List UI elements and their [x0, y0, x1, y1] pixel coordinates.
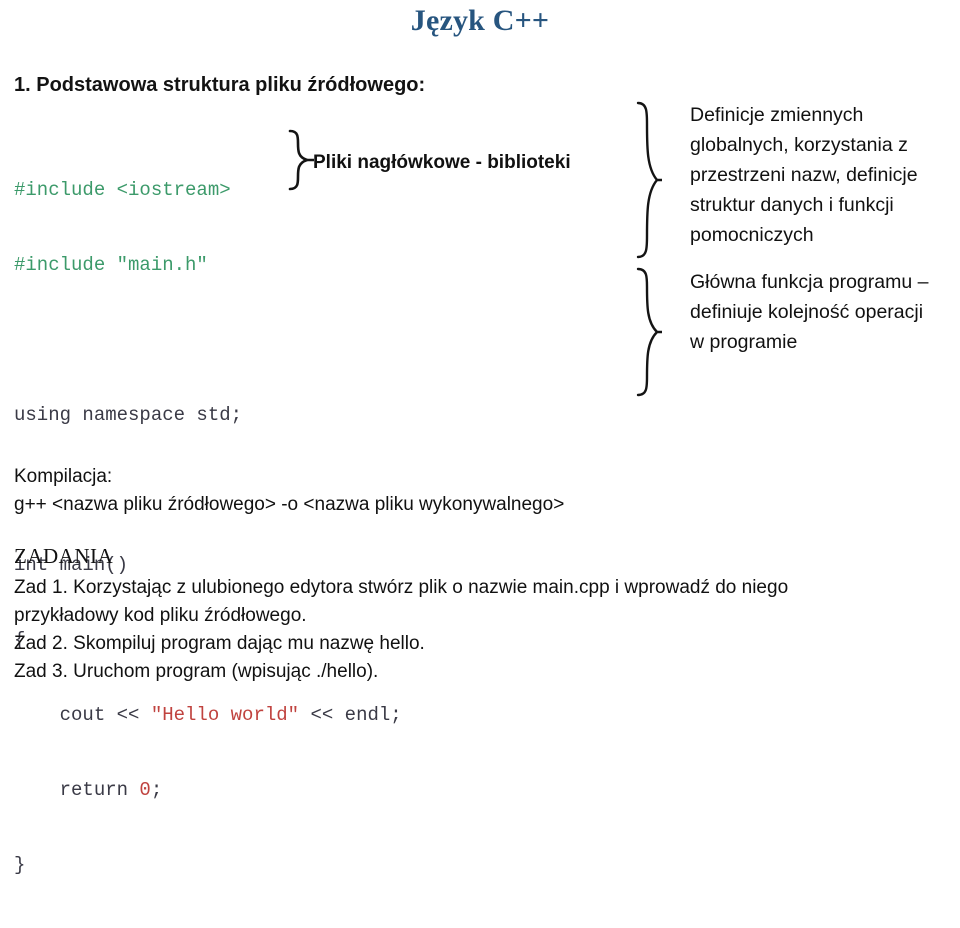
callout-main-line-3: w programie [690, 331, 798, 353]
code-line-include-iostream: #include <iostream> [14, 179, 231, 201]
code-line-using-namespace: using namespace std; [14, 404, 243, 426]
task-item-2: Zad 2. Skompiluj program dając mu nazwę … [14, 633, 425, 654]
callout-main-function-text: Główna funkcja programu – definiuje kole… [690, 267, 960, 357]
curly-brace-main-function-icon [636, 267, 662, 397]
callout-globals-line-1: Definicje zmiennych [690, 104, 864, 126]
code-cout-suffix: << endl; [299, 704, 402, 726]
code-line-cout: cout << "Hello world" << endl; [14, 703, 402, 728]
page-title: Język C++ [410, 4, 550, 37]
callout-globals-line-2: globalnych, korzystania z [690, 134, 908, 156]
compilation-command: g++ <nazwa pliku źródłowego> -o <nazwa p… [14, 494, 565, 515]
section-heading: 1. Podstawowa struktura pliku źródłowego… [14, 74, 426, 96]
task-item-1-line-2: przykładowy kod pliku źródłowego. [14, 605, 307, 626]
callout-globals-line-3: przestrzeni nazw, definicje [690, 164, 918, 186]
code-return-suffix: ; [150, 779, 163, 801]
curly-brace-globals-icon [636, 101, 662, 259]
tasks-heading: ZADANIA [14, 544, 114, 568]
task-item-1-line-1: Zad 1. Korzystając z ulubionego edytora … [14, 577, 789, 598]
compilation-label: Kompilacja: [14, 466, 113, 487]
code-line-include-mainh: #include "main.h" [14, 254, 208, 276]
slide-root: Język C++ 1. Podstawowa struktura pliku … [0, 0, 960, 876]
task-item-3: Zad 3. Uruchom program (wpisując ./hello… [14, 661, 379, 682]
callout-headers-label: Pliki nagłówkowe - biblioteki [313, 152, 571, 173]
code-return-value: 0 [139, 779, 151, 801]
callout-globals-text: Definicje zmiennych globalnych, korzysta… [690, 100, 960, 250]
code-cout-prefix: cout << [14, 704, 151, 726]
compilation-block: Kompilacja: g++ <nazwa pliku źródłowego>… [14, 463, 564, 519]
code-line-close-brace: } [14, 854, 26, 876]
code-line-return: return 0; [14, 778, 402, 803]
tasks-list: Zad 1. Korzystając z ulubionego edytora … [14, 574, 954, 686]
code-return-prefix: return [14, 779, 140, 801]
code-line-blank-1 [14, 328, 402, 353]
callout-globals-line-5: pomocniczych [690, 224, 814, 246]
code-cout-string: "Hello world" [150, 704, 300, 726]
code-block: #include <iostream> #include "main.h" us… [14, 128, 402, 928]
callout-globals-line-4: struktur danych i funkcji [690, 194, 894, 216]
callout-main-line-2: definiuje kolejność operacji [690, 301, 924, 323]
callout-main-line-1: Główna funkcja programu – [690, 271, 929, 293]
